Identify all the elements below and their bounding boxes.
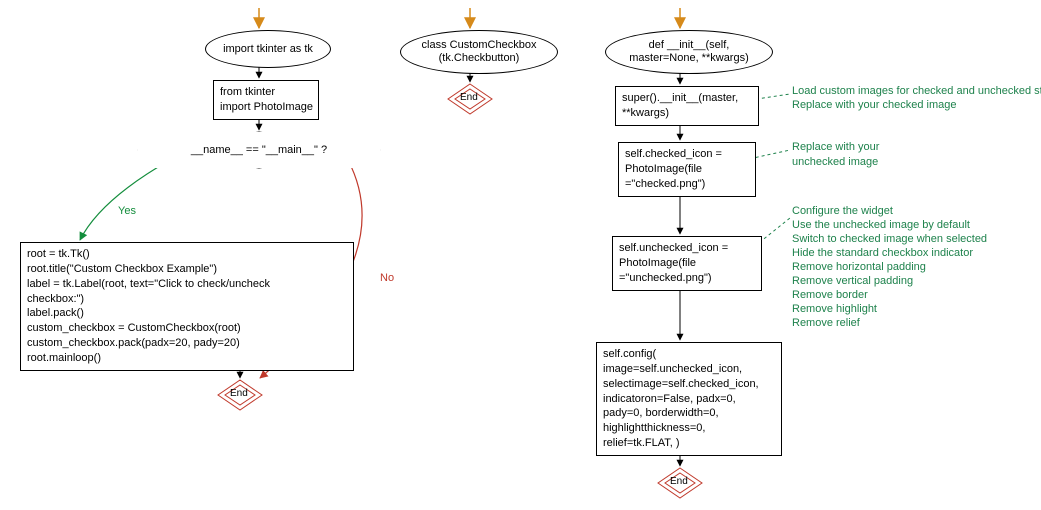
node-text: self.checked_icon = PhotoImage(file ="ch…: [625, 147, 722, 192]
comment-unchecked-4: Remove horizontal padding: [792, 260, 926, 275]
comment-checked-1: Replace with your unchecked image: [792, 140, 879, 170]
end-label-class: End: [460, 92, 478, 103]
node-text: from tkinter import PhotoImage: [220, 85, 313, 115]
node-name-main-test: __name__ == "__main__" ?: [138, 132, 380, 168]
end-label-main: End: [230, 388, 248, 399]
node-text: root = tk.Tk() root.title("Custom Checkb…: [27, 247, 270, 366]
node-text: class CustomCheckbox (tk.Checkbutton): [409, 39, 549, 64]
comment-unchecked-8: Remove relief: [792, 316, 860, 331]
node-main-block: root = tk.Tk() root.title("Custom Checkb…: [20, 242, 354, 371]
comment-unchecked-5: Remove vertical padding: [792, 274, 913, 289]
comment-unchecked-3: Hide the standard checkbox indicator: [792, 246, 973, 261]
comment-unchecked-6: Remove border: [792, 288, 868, 303]
comment-unchecked-2: Switch to checked image when selected: [792, 232, 987, 247]
edge-label-no: No: [380, 272, 394, 284]
node-text: def __init__(self, master=None, **kwargs…: [614, 39, 764, 64]
comment-unchecked-7: Remove highlight: [792, 302, 877, 317]
comment-unchecked-1: Use the unchecked image by default: [792, 218, 970, 233]
node-checked-icon: self.checked_icon = PhotoImage(file ="ch…: [618, 142, 756, 197]
node-class-customcheckbox: class CustomCheckbox (tk.Checkbutton): [400, 30, 558, 74]
node-self-config: self.config( image=self.unchecked_icon, …: [596, 342, 782, 456]
node-import-photoimage: from tkinter import PhotoImage: [213, 80, 319, 120]
node-text: import tkinter as tk: [223, 43, 313, 56]
node-import-tkinter: import tkinter as tk: [205, 30, 331, 68]
node-text: super().__init__(master, **kwargs): [622, 91, 738, 121]
comment-unchecked-0: Configure the widget: [792, 204, 893, 219]
node-unchecked-icon: self.unchecked_icon = PhotoImage(file ="…: [612, 236, 762, 291]
node-super-init: super().__init__(master, **kwargs): [615, 86, 759, 126]
edge-label-yes: Yes: [118, 205, 136, 217]
end-label-init: End: [670, 476, 688, 487]
node-text: self.unchecked_icon = PhotoImage(file ="…: [619, 241, 728, 286]
comment-super-2: Replace with your checked image: [792, 98, 956, 113]
node-text: self.config( image=self.unchecked_icon, …: [603, 347, 759, 451]
node-text: __name__ == "__main__" ?: [191, 144, 327, 156]
node-def-init: def __init__(self, master=None, **kwargs…: [605, 30, 773, 74]
comment-super-1: Load custom images for checked and unche…: [792, 84, 1041, 99]
